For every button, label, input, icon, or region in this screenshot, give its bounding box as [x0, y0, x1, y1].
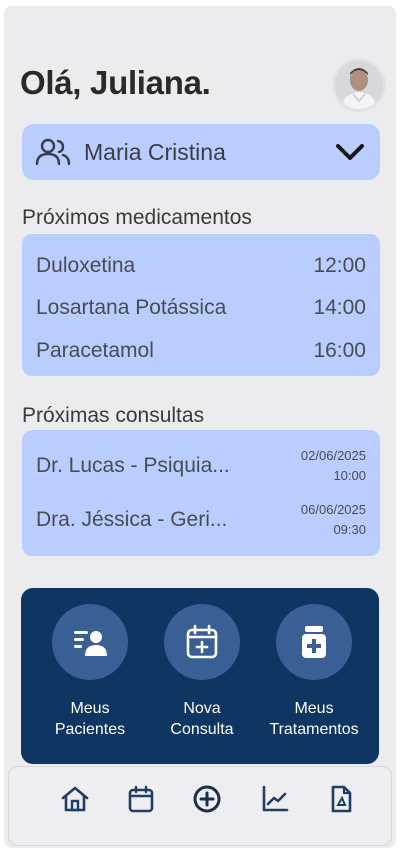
- patient-selector[interactable]: Maria Cristina: [22, 124, 380, 180]
- tab-reports[interactable]: [259, 783, 291, 815]
- tab-documents[interactable]: [325, 783, 357, 815]
- patient-list-icon: [74, 631, 107, 656]
- appointment-datetime: 02/06/2025 10:00: [301, 446, 366, 486]
- action-label-line2: Consulta: [170, 721, 234, 738]
- appointment-time: 10:00: [333, 468, 366, 483]
- my-patients-button[interactable]: Meus Pacientes: [35, 604, 145, 740]
- document-icon: [331, 785, 352, 813]
- medication-name: Duloxetina: [36, 254, 136, 277]
- action-label-line1: Meus: [70, 700, 110, 717]
- appointment-datetime: 06/06/2025 09:30: [301, 500, 366, 540]
- medications-card: Duloxetina 12:00 Losartana Potássica 14:…: [22, 234, 380, 376]
- tab-calendar[interactable]: [125, 783, 157, 815]
- medication-row[interactable]: Paracetamol 16:00: [36, 337, 366, 367]
- appointments-title: Próximas consultas: [22, 404, 205, 427]
- calendar-plus-icon: [186, 624, 218, 659]
- appointment-doctor: Dra. Jéssica - Geri...: [36, 508, 228, 531]
- new-appointment-button[interactable]: Nova Consulta: [147, 604, 257, 740]
- app-screen: Olá, Juliana. Maria Cristina Próximos me…: [4, 6, 396, 848]
- action-circle: [52, 604, 128, 680]
- medication-time: 12:00: [313, 254, 366, 277]
- appointment-doctor: Dr. Lucas - Psiquia...: [36, 454, 230, 477]
- action-label-line1: Nova: [183, 700, 221, 717]
- users-icon: [35, 138, 71, 166]
- medication-time: 14:00: [313, 296, 366, 319]
- medication-row[interactable]: Losartana Potássica 14:00: [36, 294, 366, 324]
- medications-title: Próximos medicamentos: [22, 206, 252, 229]
- medicine-bottle-icon: [302, 626, 326, 658]
- patient-name: Maria Cristina: [84, 139, 226, 165]
- action-circle: [164, 604, 240, 680]
- avatar[interactable]: [332, 58, 386, 112]
- appointment-date: 02/06/2025: [300, 448, 366, 463]
- quick-actions-panel: Meus Pacientes Nova Consulta Meus Tratam…: [21, 588, 379, 764]
- calendar-icon: [128, 785, 154, 813]
- tab-add[interactable]: [191, 783, 223, 815]
- header: Olá, Juliana.: [20, 58, 386, 112]
- medication-time: 16:00: [313, 339, 366, 362]
- appointment-time: 09:30: [333, 522, 366, 537]
- appointments-card: Dr. Lucas - Psiquia... 02/06/2025 10:00 …: [22, 430, 380, 556]
- greeting-title: Olá, Juliana.: [20, 64, 211, 101]
- appointment-date: 06/06/2025: [300, 502, 366, 517]
- action-label-line2: Tratamentos: [269, 721, 359, 738]
- medication-name: Losartana Potássica: [36, 296, 227, 319]
- chevron-down-icon: [336, 144, 364, 160]
- chart-icon: [262, 785, 289, 812]
- home-icon: [61, 786, 89, 812]
- action-label-line2: Pacientes: [54, 721, 126, 738]
- tab-home[interactable]: [59, 783, 91, 815]
- bottom-tab-bar: [8, 766, 392, 846]
- appointment-row[interactable]: Dr. Lucas - Psiquia... 02/06/2025 10:00: [36, 444, 366, 488]
- action-circle: [276, 604, 352, 680]
- my-treatments-button[interactable]: Meus Tratamentos: [259, 604, 369, 740]
- action-label-line1: Meus: [294, 700, 334, 717]
- appointment-row[interactable]: Dra. Jéssica - Geri... 06/06/2025 09:30: [36, 498, 366, 542]
- medication-name: Paracetamol: [36, 339, 154, 362]
- medication-row[interactable]: Duloxetina 12:00: [36, 252, 366, 282]
- profile-photo-icon: [335, 61, 383, 109]
- add-circle-icon: [193, 785, 221, 813]
